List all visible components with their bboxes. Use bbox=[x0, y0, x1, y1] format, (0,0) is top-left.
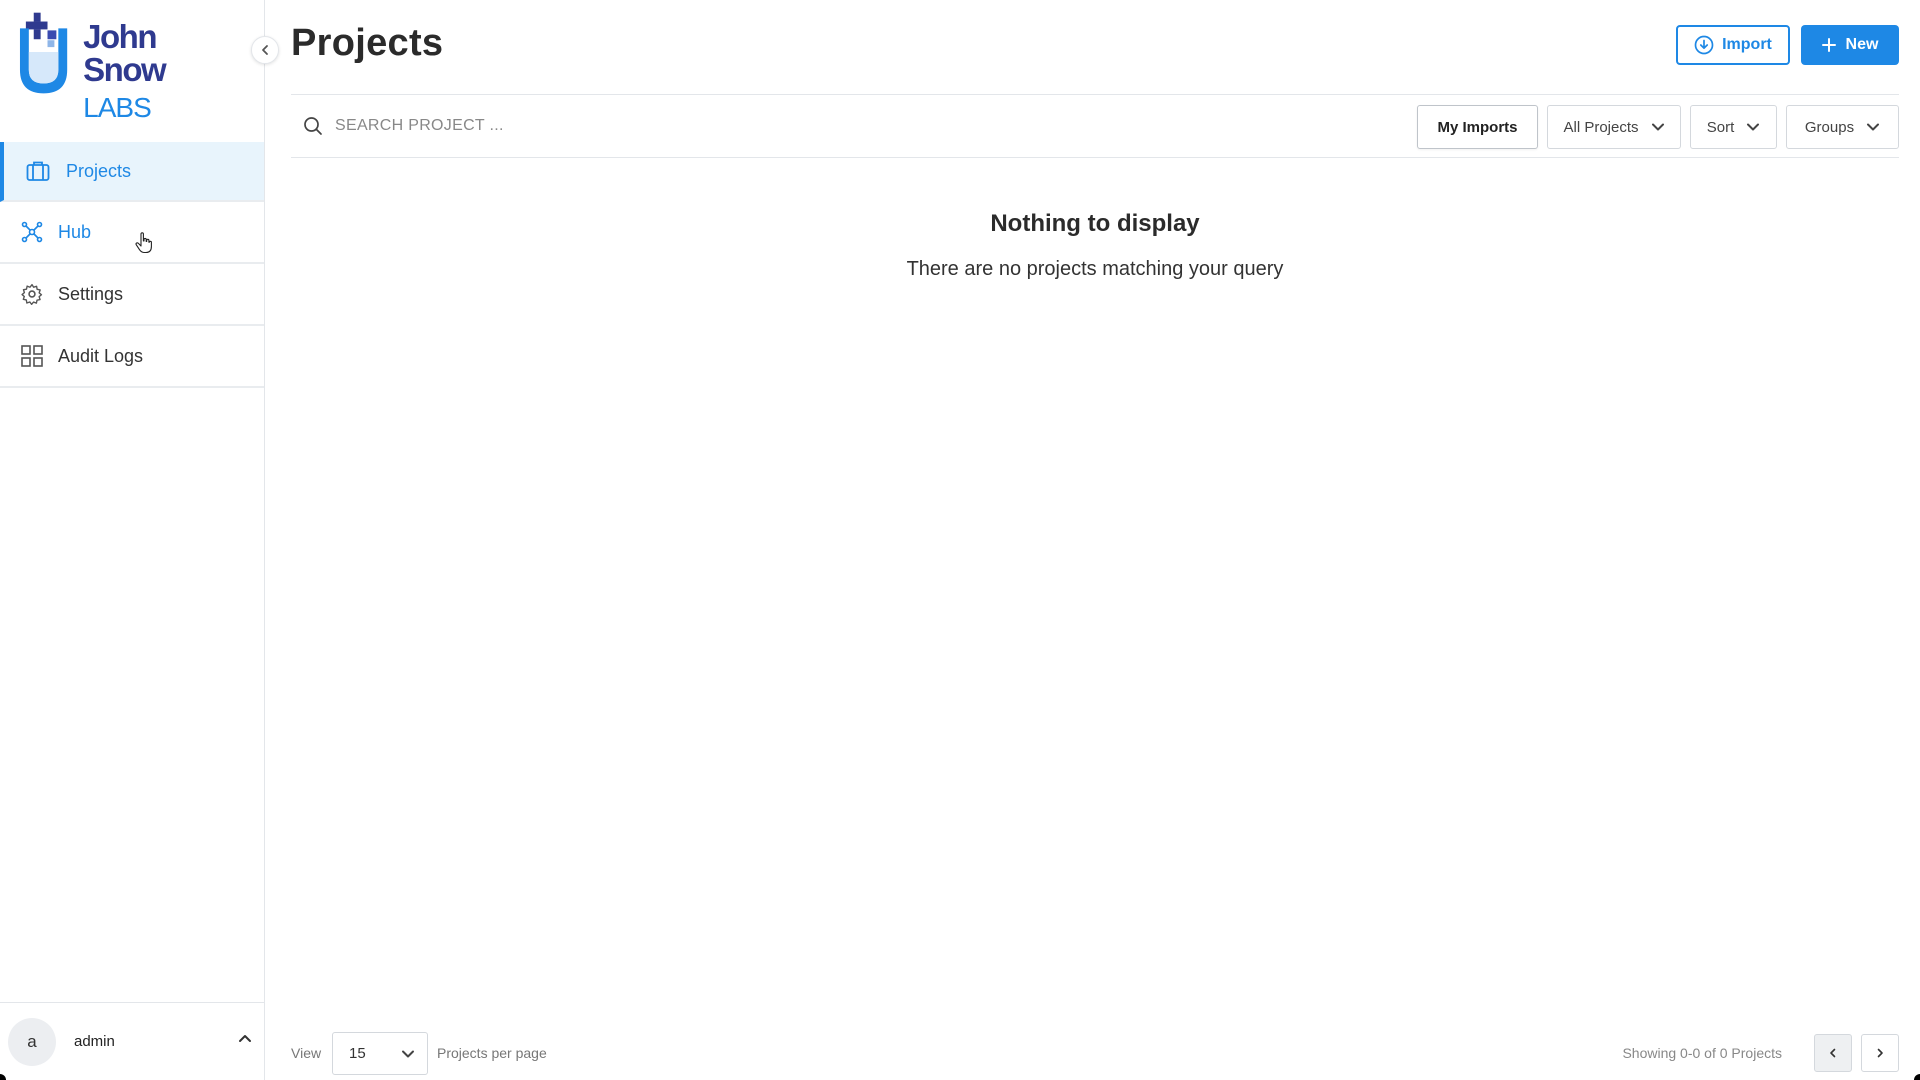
empty-state: Nothing to display There are no projects… bbox=[291, 210, 1899, 281]
chevron-down-icon bbox=[1867, 123, 1880, 131]
user-name: admin bbox=[74, 1033, 115, 1050]
main-content: Projects Import New My Imports All Proje… bbox=[291, 0, 1899, 1080]
per-page-select[interactable]: 15 bbox=[332, 1032, 428, 1075]
sort-dropdown[interactable]: Sort bbox=[1690, 105, 1777, 149]
sidebar: John Snow LABS Projects Hub Settings Aud… bbox=[0, 0, 279, 1080]
new-button-label: New bbox=[1845, 36, 1879, 53]
brand-line2: LABS bbox=[83, 92, 152, 123]
chevron-left-icon bbox=[1830, 1048, 1836, 1058]
page-title: Projects bbox=[291, 22, 444, 64]
download-circle-icon bbox=[1694, 35, 1714, 55]
sort-label: Sort bbox=[1706, 118, 1735, 136]
john-snow-labs-logo-icon bbox=[19, 12, 68, 94]
sidebar-item-label: Hub bbox=[58, 221, 92, 242]
projects-toolbar: My Imports All Projects Sort Groups bbox=[291, 94, 1899, 158]
groups-dropdown[interactable]: Groups bbox=[1786, 105, 1899, 149]
user-menu[interactable]: a admin bbox=[0, 1002, 264, 1080]
previous-page-button[interactable] bbox=[1814, 1034, 1852, 1072]
briefcase-icon bbox=[26, 159, 50, 183]
chevron-down-icon bbox=[1747, 123, 1760, 131]
collapse-sidebar-button[interactable] bbox=[251, 36, 279, 64]
brand-logo[interactable]: John Snow LABS bbox=[18, 12, 243, 122]
hand-pointer-cursor-icon bbox=[135, 232, 152, 254]
chevron-down-icon bbox=[402, 1050, 414, 1057]
new-button[interactable]: New bbox=[1801, 25, 1899, 65]
chevron-left-icon bbox=[262, 45, 268, 55]
sidebar-item-audit-logs[interactable]: Audit Logs bbox=[0, 326, 264, 388]
chevron-right-icon bbox=[1877, 1048, 1883, 1058]
my-imports-button[interactable]: My Imports bbox=[1417, 105, 1538, 149]
chevron-up-icon[interactable] bbox=[238, 1033, 252, 1043]
pagination-footer: View 15 Projects per page Showing 0-0 of… bbox=[291, 1032, 1899, 1076]
window-corner bbox=[1914, 1074, 1920, 1080]
import-button-label: Import bbox=[1722, 36, 1772, 53]
per-page-label: Projects per page bbox=[437, 1045, 547, 1061]
avatar: a bbox=[8, 1017, 56, 1066]
view-label: View bbox=[291, 1045, 322, 1061]
sidebar-item-projects[interactable]: Projects bbox=[0, 142, 264, 202]
gear-icon bbox=[20, 282, 44, 306]
import-button[interactable]: Import bbox=[1676, 25, 1790, 65]
sidebar-item-label: Settings bbox=[58, 283, 124, 304]
sidebar-item-label: Audit Logs bbox=[58, 345, 144, 366]
brand-text: John Snow LABS bbox=[83, 20, 243, 122]
search-input[interactable] bbox=[335, 117, 935, 135]
empty-state-message: There are no projects matching your quer… bbox=[906, 258, 1284, 280]
plus-icon bbox=[1821, 38, 1836, 52]
groups-label: Groups bbox=[1804, 118, 1855, 136]
sidebar-nav: Projects Hub Settings Audit Logs bbox=[0, 142, 264, 388]
all-projects-dropdown[interactable]: All Projects bbox=[1547, 105, 1681, 149]
per-page-value: 15 bbox=[349, 1045, 366, 1062]
all-projects-label: All Projects bbox=[1563, 118, 1639, 136]
sidebar-item-hub[interactable]: Hub bbox=[0, 202, 264, 264]
empty-state-title: Nothing to display bbox=[990, 210, 1200, 237]
chevron-down-icon bbox=[1651, 123, 1664, 131]
grid-icon bbox=[20, 344, 44, 368]
sidebar-item-settings[interactable]: Settings bbox=[0, 264, 264, 326]
search-box[interactable] bbox=[303, 105, 1103, 147]
app-window: John Snow LABS Projects Hub Settings Aud… bbox=[0, 0, 1920, 1080]
brand-line1: John Snow bbox=[83, 18, 166, 88]
next-page-button[interactable] bbox=[1861, 1034, 1899, 1072]
search-icon bbox=[304, 117, 322, 135]
showing-count: Showing 0-0 of 0 Projects bbox=[1622, 1045, 1782, 1061]
hub-nodes-icon bbox=[20, 220, 44, 244]
sidebar-item-label: Projects bbox=[66, 160, 132, 181]
